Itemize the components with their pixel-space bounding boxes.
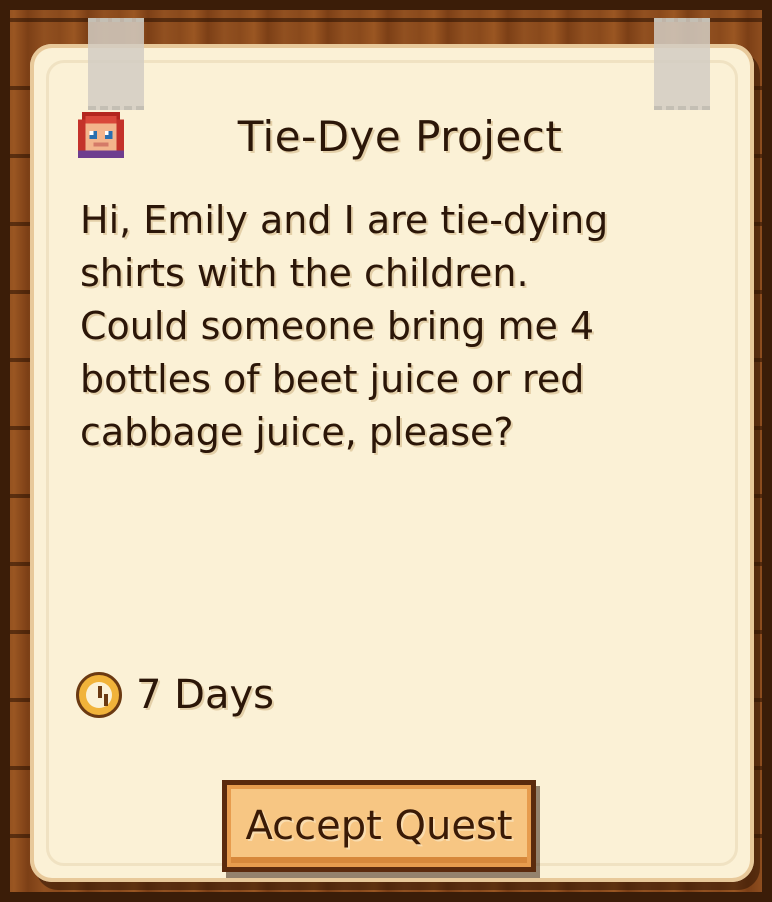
quest-timer: 7 Days [76, 672, 274, 718]
quest-message: Hi, Emily and I are tie-dying shirts wit… [80, 198, 609, 454]
tape-left [88, 18, 144, 110]
quest-duration: 7 Days [136, 672, 274, 718]
clock-icon [76, 672, 122, 718]
accept-quest-button[interactable]: Accept Quest [222, 780, 536, 872]
villager-portrait-icon [78, 112, 124, 158]
quest-title: Tie-Dye Project [237, 112, 563, 161]
tape-right [654, 18, 710, 110]
paper-border [46, 60, 738, 866]
quest-paper [30, 44, 754, 882]
